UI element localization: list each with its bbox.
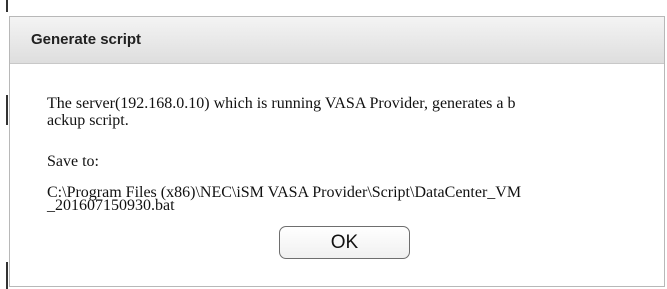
generate-script-dialog: Generate script The server(192.168.0.10)…: [9, 16, 665, 287]
save-path-line-2: _201607150930.bat: [47, 197, 175, 214]
message-line-2: ackup script.: [47, 112, 129, 129]
dialog-title: Generate script: [31, 31, 142, 48]
ok-button[interactable]: OK: [279, 226, 410, 259]
save-to-label: Save to:: [47, 153, 99, 170]
background-mark: [6, 0, 8, 12]
background-mark: [6, 262, 8, 289]
dialog-titlebar: Generate script: [10, 17, 664, 64]
message-line-1: The server(192.168.0.10) which is runnin…: [47, 95, 516, 112]
background-edge: [0, 0, 9, 289]
background-mark: [6, 95, 8, 125]
